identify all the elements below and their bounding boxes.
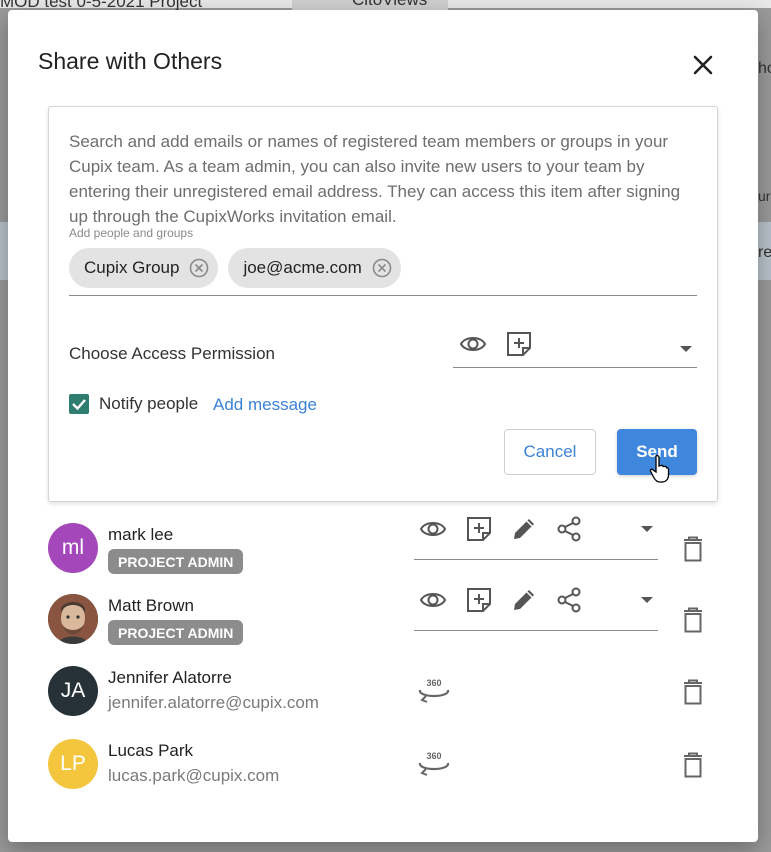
360-icon: 360 — [418, 751, 450, 776]
chevron-down-icon — [680, 346, 692, 352]
chip: joe@acme.com — [228, 248, 401, 288]
remove-chip-icon[interactable] — [189, 258, 209, 278]
member-name: mark lee — [108, 525, 174, 544]
add-note-icon — [467, 588, 491, 612]
member-email: jennifer.alatorre@cupix.com — [108, 693, 319, 712]
chevron-down-icon — [641, 597, 653, 603]
avatar: JA — [48, 666, 98, 716]
add-note-icon — [507, 332, 531, 356]
people-input[interactable]: Cupix Group joe@acme.com — [69, 248, 401, 288]
trash-icon[interactable] — [681, 607, 705, 633]
cancel-button[interactable]: Cancel — [504, 429, 596, 475]
share-form-card: Search and add emails or names of regist… — [48, 106, 718, 502]
role-badge: PROJECT ADMIN — [108, 549, 244, 574]
background-tag: CitoViews — [292, 0, 448, 10]
close-icon[interactable] — [688, 50, 718, 80]
chip: Cupix Group — [69, 248, 219, 288]
avatar-photo — [48, 594, 98, 644]
add-message-link[interactable]: Add message — [213, 395, 317, 415]
svg-text:360: 360 — [426, 751, 441, 761]
member-name: Jennifer Alatorre — [108, 668, 232, 687]
share-icon — [557, 516, 581, 542]
trash-icon[interactable] — [681, 536, 705, 562]
pencil-icon — [514, 590, 534, 610]
notify-label: Notify people — [99, 394, 199, 413]
people-input-underline — [69, 295, 697, 296]
hand-cursor-icon — [649, 454, 670, 483]
permission-select[interactable] — [453, 323, 697, 368]
notify-checkbox[interactable] — [69, 394, 89, 414]
trash-icon[interactable] — [681, 679, 705, 705]
people-field-label: Add people and groups — [69, 226, 194, 240]
permission-label: Choose Access Permission — [69, 344, 275, 363]
avatar: LP — [48, 739, 98, 789]
chevron-down-icon — [641, 526, 653, 532]
member-row: LP Lucas Park lucas.park@cupix.com 360 — [48, 739, 728, 799]
add-note-icon — [467, 517, 491, 541]
avatar — [48, 594, 98, 644]
pencil-icon — [514, 519, 534, 539]
eye-icon — [419, 522, 447, 536]
member-row: Matt Brown PROJECT ADMIN — [48, 587, 728, 654]
360-icon: 360 — [418, 678, 450, 703]
chip-label: joe@acme.com — [243, 258, 362, 277]
eye-icon — [419, 593, 447, 607]
share-dialog: Share with Others Search and add emails … — [8, 10, 758, 842]
dialog-title: Share with Others — [38, 48, 223, 74]
remove-chip-icon[interactable] — [372, 258, 392, 278]
member-name: Lucas Park — [108, 741, 194, 760]
background-text: ur — [758, 188, 771, 204]
chip-label: Cupix Group — [84, 258, 180, 277]
member-name: Matt Brown — [108, 596, 194, 615]
background-text: re — [758, 244, 771, 261]
role-badge: PROJECT ADMIN — [108, 620, 244, 645]
member-email: lucas.park@cupix.com — [108, 766, 280, 785]
trash-icon[interactable] — [681, 752, 705, 778]
member-row: JA Jennifer Alatorre jennifer.alatorre@c… — [48, 666, 728, 726]
avatar: ml — [48, 523, 98, 573]
help-text: Search and add emails or names of regist… — [69, 132, 681, 226]
member-permission-select[interactable] — [414, 513, 658, 560]
member-row: ml mark lee PROJECT ADMIN — [48, 516, 728, 583]
eye-icon — [459, 337, 487, 351]
background-text: ho — [758, 60, 771, 77]
background-toolbar: MOD test 0-5-2021 Project CitoViews — [0, 0, 771, 11]
member-permission-select[interactable] — [414, 584, 658, 631]
svg-text:360: 360 — [426, 678, 441, 688]
check-icon — [72, 399, 86, 411]
share-icon — [557, 587, 581, 613]
